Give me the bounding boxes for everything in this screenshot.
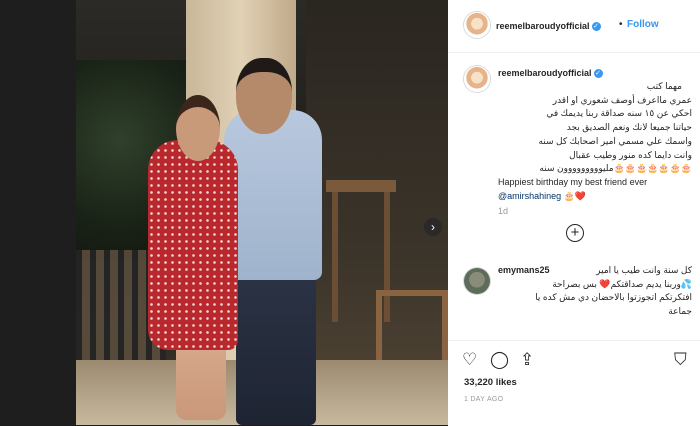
comment-line: افتكرتكم اتجوزتوا بالاحضان دي مش كده يا [535,292,692,303]
caption-line: وانت دايما كده منور وطيب عقبال [569,149,692,160]
man-figure-shirt [224,110,322,280]
caption-mention-link[interactable]: @amirshahineg [498,191,561,201]
post-side-panel: reemelbaroudyofficial ✓ • Follow reemelba… [448,0,700,426]
author-username[interactable]: reemelbaroudyofficial ✓ [496,21,601,32]
woman-figure-head [176,95,220,161]
commenter-avatar[interactable] [464,268,490,294]
caption-author-username[interactable]: reemelbaroudyofficial ✓ [498,68,603,79]
comment-line: كل سنة وانت طيب يا امير [596,265,692,275]
share-icon[interactable]: ⇪ [520,350,534,370]
caption-age[interactable]: 1d [498,206,508,216]
bookmark-icon[interactable]: ⛉ [674,350,687,370]
heart-icon[interactable]: ♡ [462,350,477,370]
load-more-comments-plus-icon[interactable]: + [566,224,584,242]
man-figure-head [236,58,292,134]
comment-icon[interactable]: ◯ [490,350,509,370]
caption-author-avatar[interactable] [464,66,490,92]
comment-line: جماعة [668,306,692,317]
author-avatar[interactable] [464,12,490,38]
caption-text: مهما كتب عمري مااعرف أوصف شعوري او اقدر … [498,80,692,203]
comment-text: كل سنة وانت طيب يا امير emymans25 💦وربنا… [498,264,692,319]
verified-badge-icon: ✓ [591,22,601,32]
post-timestamp[interactable]: 1 DAY AGO [464,396,503,403]
verified-badge-icon: ✓ [593,69,603,79]
caption-emoji: 🎂❤️ [563,190,587,201]
header-separator: • [619,19,623,30]
next-photo-button[interactable]: › [424,218,442,236]
comment-line: 💦وربنا يديم صداقتكم❤️ بس بصراحة [552,278,692,289]
caption-line: احكي عن ١٥ سنه صداقة ربنا يديمك في [546,108,692,119]
caption-english-line: Happiest birthday my best friend ever [498,176,648,187]
post-photo[interactable] [76,0,448,425]
post-actions-bar: ♡ ◯ ⇪ ⛉ 33,220 likes 1 DAY AGO [448,340,700,426]
post-header: reemelbaroudyofficial ✓ • Follow [448,0,700,53]
commenter-username[interactable]: emymans25 [498,264,550,278]
woman-figure-dress [148,140,238,350]
man-figure-legs [236,260,316,425]
caption-line: عمري مااعرف أوصف شعوري او اقدر [552,94,692,105]
caption-line: 🎂🎂🎂🎂🎂🎂🎂ملیووووووووون سنه [539,163,692,174]
likes-count[interactable]: 33,220 likes [464,377,517,388]
caption-line: واسمك علي مسمي امير اصحابك كل سنه [538,135,692,146]
follow-button[interactable]: Follow [627,19,659,30]
caption-line: حياتنا جميعا لانك ونعم الصديق بجد [566,122,692,133]
caption-line: مهما كتب [646,81,682,91]
woman-figure-legs [176,340,226,420]
